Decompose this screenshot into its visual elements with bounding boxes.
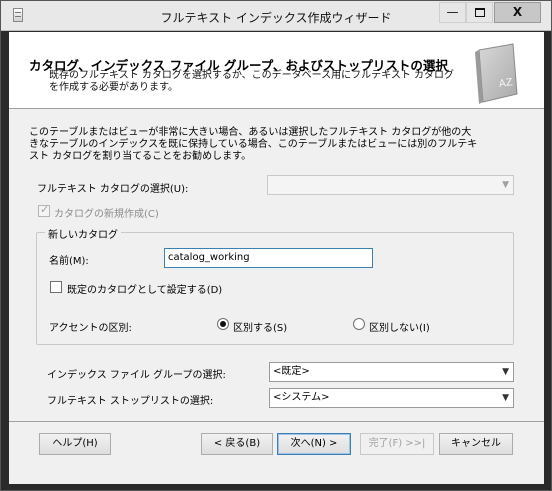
new-catalog-label: カタログの新規作成(C) bbox=[54, 209, 159, 220]
catalog-name-value: catalog_working bbox=[168, 252, 250, 263]
accent-insensitive-label: 区別しない(I) bbox=[369, 323, 430, 334]
minimize-button[interactable]: — bbox=[439, 2, 466, 23]
catalog-select-label: フルテキスト カタログの選択(U): bbox=[37, 184, 189, 195]
new-catalog-checkbox[interactable]: ✓ bbox=[38, 203, 50, 217]
default-catalog-label: 既定のカタログとして設定する(D) bbox=[67, 285, 223, 296]
catalog-name-label: 名前(M): bbox=[49, 256, 89, 267]
new-catalog-group: 新しいカタログ 名前(M): catalog_working 既定のカタログとし… bbox=[36, 226, 514, 345]
checkmark-icon: ✓ bbox=[40, 203, 50, 216]
cancel-button[interactable]: キャンセル bbox=[439, 433, 513, 455]
catalog-name-input[interactable]: catalog_working bbox=[164, 248, 373, 268]
maximize-icon bbox=[474, 8, 485, 17]
default-catalog-checkbox[interactable] bbox=[50, 281, 62, 293]
chevron-down-icon: ▼ bbox=[502, 393, 509, 403]
chevron-down-icon: ▼ bbox=[502, 367, 509, 377]
filegroup-label: インデックス ファイル グループの選択: bbox=[47, 370, 226, 381]
close-button[interactable]: X bbox=[494, 2, 541, 23]
stoplist-label: フルテキスト ストップリストの選択: bbox=[47, 396, 214, 407]
accent-insensitive-radio[interactable] bbox=[353, 318, 365, 330]
help-button[interactable]: ヘルプ(H) bbox=[39, 433, 111, 455]
stoplist-combo[interactable]: <システム> ▼ bbox=[269, 388, 514, 408]
wizard-header: カタログ、インデックス ファイル グループ、およびストップリストの選択 既存のフ… bbox=[9, 32, 544, 109]
info-text: このテーブルまたはビューが非常に大きい場合、あるいは選択したフルテキスト カタロ… bbox=[29, 127, 478, 162]
accent-label: アクセントの区別: bbox=[49, 323, 132, 334]
accent-sensitive-radio[interactable] bbox=[217, 318, 229, 330]
stoplist-value: <システム> bbox=[273, 392, 330, 403]
accent-sensitive-label: 区別する(S) bbox=[233, 323, 288, 334]
title-bar: フルテキスト インデックス作成ウィザード — X bbox=[1, 1, 551, 31]
group-title: 新しいカタログ bbox=[45, 226, 121, 241]
maximize-button[interactable] bbox=[466, 2, 493, 23]
page-description: 既存のフルテキスト カタログを選択するか、このデータベース用にフルテキスト カタ… bbox=[49, 70, 455, 93]
wizard-window: フルテキスト インデックス作成ウィザード — X カタログ、インデックス ファイ… bbox=[0, 0, 552, 491]
catalog-select-combo[interactable]: ▼ bbox=[267, 175, 514, 195]
dialog-client: カタログ、インデックス ファイル グループ、およびストップリストの選択 既存のフ… bbox=[9, 32, 544, 484]
minimize-icon: — bbox=[446, 5, 459, 19]
chevron-down-icon: ▼ bbox=[502, 180, 509, 190]
finish-button[interactable]: 完了(F) >>| bbox=[360, 433, 434, 455]
close-icon: X bbox=[512, 5, 523, 19]
dictionary-book-icon: AZ bbox=[475, 43, 518, 104]
back-button[interactable]: < 戻る(B) bbox=[201, 433, 273, 455]
footer-separator bbox=[9, 421, 544, 422]
filegroup-combo[interactable]: <既定> ▼ bbox=[269, 362, 514, 382]
book-label: AZ bbox=[498, 77, 513, 90]
filegroup-value: <既定> bbox=[273, 366, 310, 377]
next-button[interactable]: 次へ(N) > bbox=[277, 433, 351, 455]
